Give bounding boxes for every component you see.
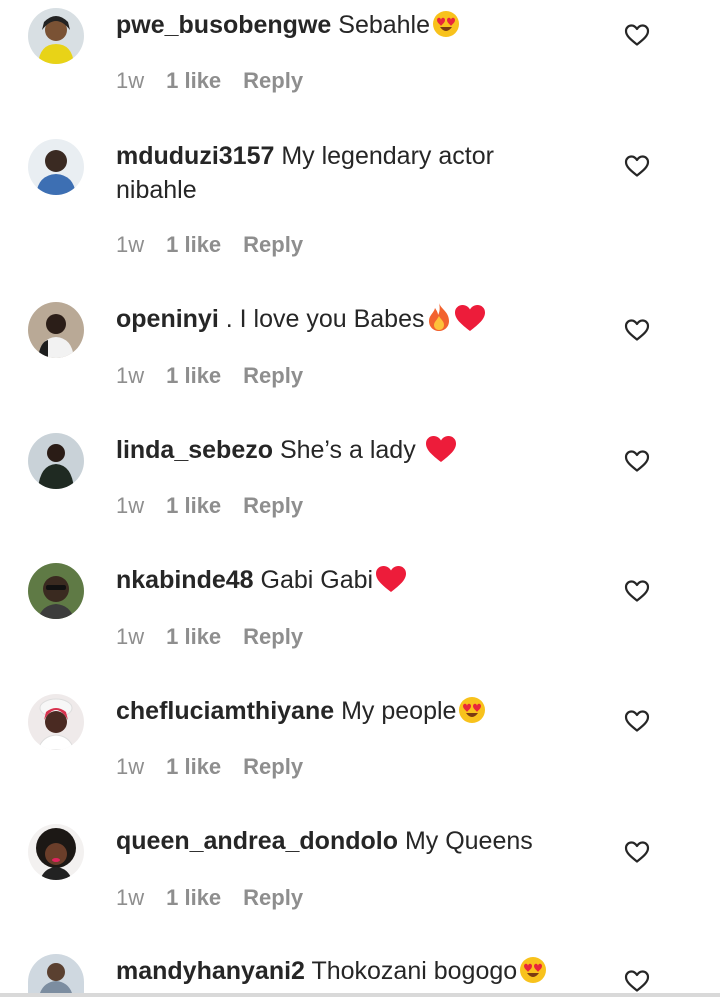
red-heart-emoji bbox=[454, 304, 486, 332]
reply-button[interactable]: Reply bbox=[243, 885, 303, 910]
comment-body: My people bbox=[341, 697, 457, 725]
comment-text: linda_sebezo She’s a lady bbox=[116, 433, 586, 467]
comment-body: Thokozani bogogo bbox=[311, 957, 518, 985]
heart-eyes-emoji bbox=[458, 696, 486, 724]
avatar[interactable] bbox=[28, 694, 84, 750]
like-heart-icon[interactable] bbox=[624, 23, 652, 49]
like-heart-icon[interactable] bbox=[624, 449, 652, 475]
like-count[interactable]: 1 like bbox=[166, 68, 221, 93]
red-heart-emoji bbox=[425, 435, 457, 463]
comment-username[interactable]: nkabinde48 bbox=[116, 566, 254, 594]
comment-time: 1w bbox=[116, 754, 145, 779]
like-heart-icon[interactable] bbox=[624, 840, 652, 866]
avatar[interactable] bbox=[28, 954, 84, 993]
bottom-divider bbox=[0, 993, 720, 997]
comment-time: 1w bbox=[116, 624, 145, 649]
like-count[interactable]: 1 like bbox=[166, 754, 221, 779]
avatar[interactable] bbox=[28, 824, 84, 880]
comment-username[interactable]: queen_andrea_dondolo bbox=[116, 827, 398, 855]
comment-body: She’s a lady bbox=[279, 436, 416, 464]
comment-body: . I love you Babes bbox=[225, 305, 425, 333]
comment-text: mduduzi3157 My legendary actor nibahle bbox=[116, 139, 556, 207]
reply-button[interactable]: Reply bbox=[243, 624, 303, 649]
comment-time: 1w bbox=[116, 493, 145, 518]
red-heart-emoji bbox=[375, 565, 407, 593]
comment-username[interactable]: mduduzi3157 bbox=[116, 142, 274, 170]
comment-text: pwe_busobengwe Sebahle bbox=[116, 8, 586, 42]
like-count[interactable]: 1 like bbox=[166, 493, 221, 518]
avatar[interactable] bbox=[28, 433, 84, 489]
reply-button[interactable]: Reply bbox=[243, 68, 303, 93]
comment-time: 1w bbox=[116, 68, 145, 93]
comment-time: 1w bbox=[116, 232, 145, 257]
comment-meta: 1w 1 like Reply bbox=[116, 753, 303, 781]
avatar[interactable] bbox=[28, 8, 84, 64]
comment-meta: 1w 1 like Reply bbox=[116, 67, 303, 95]
comment-body: Sebahle bbox=[338, 11, 431, 39]
comment-text: openinyi . I love you Babes bbox=[116, 302, 586, 336]
comment-meta: 1w 1 like Reply bbox=[116, 362, 303, 390]
like-heart-icon[interactable] bbox=[624, 579, 652, 605]
comment-text: mandyhanyani2 Thokozani bogogo bbox=[116, 954, 586, 988]
reply-button[interactable]: Reply bbox=[243, 493, 303, 518]
reply-button[interactable]: Reply bbox=[243, 363, 303, 388]
comment-meta: 1w 1 like Reply bbox=[116, 884, 303, 912]
like-heart-icon[interactable] bbox=[624, 969, 652, 993]
comment-meta: 1w 1 like Reply bbox=[116, 623, 303, 651]
like-count[interactable]: 1 like bbox=[166, 624, 221, 649]
like-heart-icon[interactable] bbox=[624, 709, 652, 735]
reply-button[interactable]: Reply bbox=[243, 232, 303, 257]
like-count[interactable]: 1 like bbox=[166, 232, 221, 257]
fire-emoji bbox=[426, 302, 452, 332]
comment-username[interactable]: chefluciamthiyane bbox=[116, 697, 334, 725]
comment-text: nkabinde48 Gabi Gabi bbox=[116, 563, 586, 597]
comment-username[interactable]: mandyhanyani2 bbox=[116, 957, 305, 985]
avatar[interactable] bbox=[28, 563, 84, 619]
heart-eyes-emoji bbox=[519, 956, 547, 984]
comment-meta: 1w 1 like Reply bbox=[116, 231, 303, 259]
avatar[interactable] bbox=[28, 139, 84, 195]
comment-text: chefluciamthiyane My people bbox=[116, 694, 586, 728]
comment-username[interactable]: pwe_busobengwe bbox=[116, 11, 331, 39]
comment-username[interactable]: linda_sebezo bbox=[116, 436, 273, 464]
like-heart-icon[interactable] bbox=[624, 318, 652, 344]
like-heart-icon[interactable] bbox=[624, 154, 652, 180]
comment-body: Gabi Gabi bbox=[260, 566, 374, 594]
comment-body: My Queens bbox=[404, 827, 533, 855]
comment-text: queen_andrea_dondolo My Queens bbox=[116, 824, 586, 858]
comment-meta: 1w 1 like Reply bbox=[116, 492, 303, 520]
heart-eyes-emoji bbox=[432, 10, 460, 38]
reply-button[interactable]: Reply bbox=[243, 754, 303, 779]
comment-time: 1w bbox=[116, 363, 145, 388]
comment-time: 1w bbox=[116, 885, 145, 910]
comment-username[interactable]: openinyi bbox=[116, 305, 219, 333]
like-count[interactable]: 1 like bbox=[166, 363, 221, 388]
like-count[interactable]: 1 like bbox=[166, 885, 221, 910]
avatar[interactable] bbox=[28, 302, 84, 358]
